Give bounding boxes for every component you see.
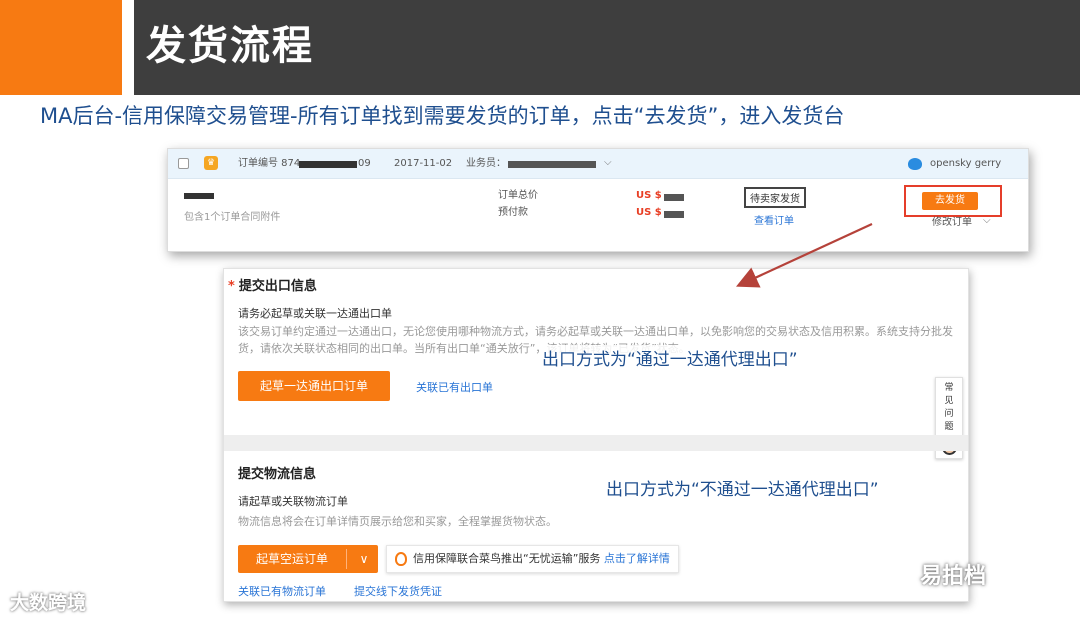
callout-arrow — [736, 223, 873, 288]
callout-arrow-line — [736, 223, 873, 288]
watermark-left: 大数跨境 — [10, 592, 87, 614]
watermark-right: 易拍档 — [920, 564, 987, 589]
